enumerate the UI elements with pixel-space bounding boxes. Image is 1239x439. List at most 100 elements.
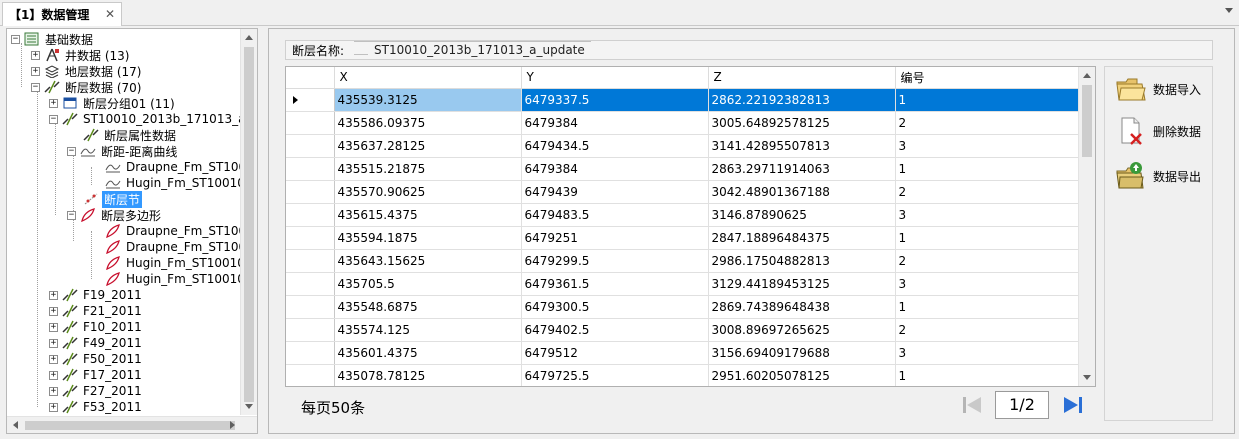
tab-data-management[interactable]: 【1】数据管理 ✕	[2, 2, 122, 26]
table-row[interactable]: 435637.28125 6479434.5 3141.42895507813 …	[286, 134, 1081, 158]
cell-z[interactable]: 2951.60205078125	[708, 364, 896, 386]
row-header[interactable]	[286, 226, 335, 250]
tree-item-fault-polygon[interactable]: − 断层多边形	[67, 207, 163, 223]
tree-item-polygon[interactable]: Draupne_Fm_ST1001	[105, 223, 256, 239]
row-header[interactable]	[286, 88, 335, 112]
cell-y[interactable]: 6479361.5	[521, 272, 709, 296]
cell-number[interactable]: 3	[895, 203, 1081, 227]
column-header-y[interactable]: Y	[521, 67, 709, 89]
cell-number[interactable]: 3	[895, 134, 1081, 158]
tree-item-fault[interactable]: + F21_2011	[49, 303, 144, 319]
tree-item-root[interactable]: − 基础数据	[11, 31, 95, 47]
chevron-down-icon[interactable]	[1225, 8, 1233, 13]
close-icon[interactable]: ✕	[105, 7, 115, 21]
cell-x[interactable]: 435586.09375	[334, 111, 522, 135]
tree-item-fault-st10010[interactable]: − ST10010_2013b_171013_a	[49, 111, 247, 127]
cell-x[interactable]: 435615.4375	[334, 203, 522, 227]
cell-x[interactable]: 435643.15625	[334, 249, 522, 273]
cell-z[interactable]: 3042.48901367188	[708, 180, 896, 204]
collapse-icon[interactable]: −	[11, 34, 20, 44]
table-row[interactable]: 435078.78125 6479725.5 2951.60205078125 …	[286, 364, 1081, 386]
row-header[interactable]	[286, 203, 335, 227]
cell-number[interactable]: 3	[895, 272, 1081, 296]
cell-y[interactable]: 6479300.5	[521, 295, 709, 319]
tree-item-polygon[interactable]: Draupne_Fm_ST1001	[105, 239, 256, 255]
tree-item-distance-curve[interactable]: − 断距-距离曲线	[67, 143, 179, 159]
cell-z[interactable]: 3141.42895507813	[708, 134, 896, 158]
cell-x[interactable]: 435539.3125	[334, 88, 522, 112]
table-row[interactable]: 435586.09375 6479384 3005.64892578125 2	[286, 111, 1081, 135]
table-row[interactable]: 435574.125 6479402.5 3008.89697265625 2	[286, 318, 1081, 342]
cell-y[interactable]: 6479512	[521, 341, 709, 365]
collapse-icon[interactable]: −	[31, 82, 40, 92]
cell-y[interactable]: 6479337.5	[521, 88, 709, 112]
table-row[interactable]: 435548.6875 6479300.5 2869.74389648438 1	[286, 295, 1081, 319]
cell-x[interactable]: 435594.1875	[334, 226, 522, 250]
cell-number[interactable]: 2	[895, 180, 1081, 204]
export-data-button[interactable]: 数据导出	[1115, 159, 1210, 193]
row-header[interactable]	[286, 295, 335, 319]
cell-x[interactable]: 435515.21875	[334, 157, 522, 181]
delete-data-button[interactable]: 删除数据	[1115, 114, 1210, 148]
row-header[interactable]	[286, 318, 335, 342]
row-header[interactable]	[286, 272, 335, 296]
cell-y[interactable]: 6479384	[521, 157, 709, 181]
row-header[interactable]	[286, 134, 335, 158]
next-page-button[interactable]	[1061, 393, 1087, 417]
tree-item-fault-attr[interactable]: 断层属性数据	[83, 127, 178, 143]
table-row[interactable]: 435594.1875 6479251 2847.18896484375 1	[286, 226, 1081, 250]
row-header[interactable]	[286, 111, 335, 135]
cell-z[interactable]: 3008.89697265625	[708, 318, 896, 342]
expand-icon[interactable]: +	[49, 338, 58, 348]
column-header-x[interactable]: X	[334, 67, 522, 89]
tree-item-fault[interactable]: + F50_2011	[49, 351, 144, 367]
expand-icon[interactable]: +	[49, 386, 58, 396]
tree-item-strata[interactable]: + 地层数据 (17)	[31, 63, 143, 79]
row-header[interactable]	[286, 249, 335, 273]
table-row[interactable]: 435539.3125 6479337.5 2862.22192382813 1	[286, 88, 1081, 112]
cell-y[interactable]: 6479439	[521, 180, 709, 204]
cell-number[interactable]: 1	[895, 295, 1081, 319]
tree-item-polygon[interactable]: Hugin_Fm_ST10010_	[105, 255, 253, 271]
expand-icon[interactable]: +	[49, 290, 58, 300]
expand-icon[interactable]: +	[49, 306, 58, 316]
expand-icon[interactable]: +	[49, 370, 58, 380]
scroll-left-icon[interactable]	[13, 421, 18, 429]
page-indicator[interactable]: 1/2	[995, 391, 1049, 419]
tree-item-curve[interactable]: Hugin_Fm_ST10010_	[105, 175, 253, 191]
collapse-icon[interactable]: −	[67, 146, 76, 156]
expand-icon[interactable]: +	[31, 66, 40, 76]
tree-horizontal-scrollbar[interactable]	[7, 416, 257, 433]
scroll-right-icon[interactable]	[230, 421, 235, 429]
cell-y[interactable]: 6479434.5	[521, 134, 709, 158]
tree-item-fault-node[interactable]: 断层节	[83, 190, 143, 208]
column-header-number[interactable]: 编号	[895, 67, 1081, 89]
cell-number[interactable]: 2	[895, 111, 1081, 135]
cell-x[interactable]: 435574.125	[334, 318, 522, 342]
expand-icon[interactable]: +	[49, 98, 58, 108]
table-row[interactable]: 435515.21875 6479384 2863.29711914063 1	[286, 157, 1081, 181]
tree-item-fault[interactable]: + F49_2011	[49, 335, 144, 351]
collapse-icon[interactable]: −	[67, 210, 76, 220]
table-row[interactable]: 435643.15625 6479299.5 2986.17504882813 …	[286, 249, 1081, 273]
cell-number[interactable]: 1	[895, 88, 1081, 112]
row-header[interactable]	[286, 341, 335, 365]
tree-item-polygon[interactable]: Hugin_Fm_ST10010_	[105, 271, 253, 287]
import-data-button[interactable]: 数据导入	[1115, 72, 1210, 106]
table-row[interactable]: 435615.4375 6479483.5 3146.87890625 3	[286, 203, 1081, 227]
data-grid[interactable]: X Y Z 编号 435539.3125 6479337.5 2862.2219…	[285, 66, 1096, 387]
cell-y[interactable]: 6479483.5	[521, 203, 709, 227]
expand-icon[interactable]: +	[49, 354, 58, 364]
expand-icon[interactable]: +	[31, 50, 40, 60]
cell-number[interactable]: 2	[895, 318, 1081, 342]
cell-y[interactable]: 6479402.5	[521, 318, 709, 342]
tree-item-fault[interactable]: + F53_2011	[49, 399, 144, 415]
cell-y[interactable]: 6479251	[521, 226, 709, 250]
cell-number[interactable]: 1	[895, 364, 1081, 386]
cell-z[interactable]: 3156.69409179688	[708, 341, 896, 365]
collapse-icon[interactable]: −	[49, 114, 58, 124]
cell-y[interactable]: 6479725.5	[521, 364, 709, 386]
cell-z[interactable]: 2862.22192382813	[708, 88, 896, 112]
cell-x[interactable]: 435601.4375	[334, 341, 522, 365]
cell-x[interactable]: 435548.6875	[334, 295, 522, 319]
